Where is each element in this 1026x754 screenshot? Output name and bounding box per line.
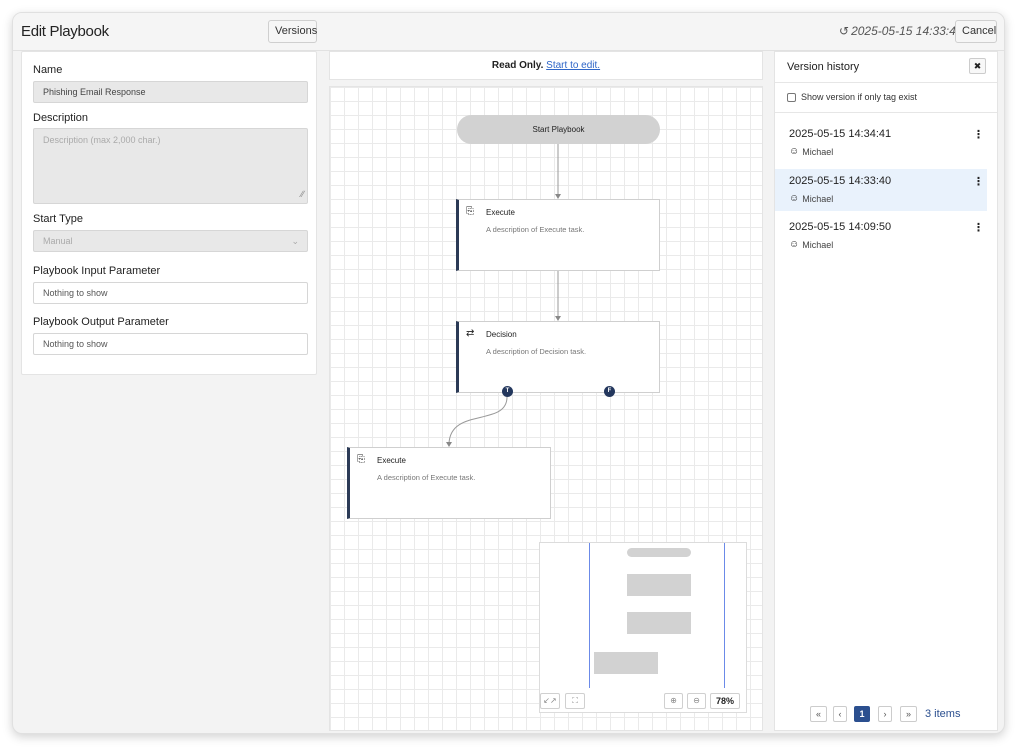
user-name: Michael	[802, 146, 834, 157]
edit-playbook-window: Edit Playbook Versions ↺ 2025-05-15 14:33…	[12, 12, 1005, 734]
edge-decision-true-execute	[448, 396, 508, 445]
prev-page-button[interactable]: ‹	[833, 706, 847, 722]
more-options-icon[interactable]: ⋮	[973, 128, 984, 141]
node-name: Decision	[486, 330, 517, 339]
version-history-panel: Version history ✖ Show version if only t…	[774, 51, 998, 731]
chevron-down-icon: ⌄	[291, 236, 299, 246]
execute-icon: ⎘	[466, 206, 474, 217]
playbook-form: Name Phishing Email Response Description…	[21, 51, 317, 375]
user-icon: ☺	[789, 239, 800, 250]
divider	[775, 112, 997, 113]
user-name: Michael	[802, 239, 834, 250]
output-param-label: Playbook Output Parameter	[33, 316, 169, 328]
history-date: 2025-05-15 14:33:40	[789, 175, 892, 187]
node-name: Execute	[486, 208, 515, 217]
more-options-icon[interactable]: ⋮	[973, 221, 984, 234]
history-item[interactable]: 2025-05-15 14:34:41 ☺ Michael ⋮	[775, 122, 987, 164]
version-stamp-text: 2025-05-15 14:33:40	[851, 24, 963, 38]
description-field[interactable]: Description (max 2,000 char.) ∕∕	[33, 128, 308, 204]
node-name: Execute	[377, 456, 406, 465]
description-placeholder: Description (max 2,000 char.)	[43, 135, 161, 145]
user-name: Michael	[802, 193, 834, 204]
decision-node[interactable]: ⇄ Decision A description of Decision tas…	[456, 321, 660, 393]
decision-icon: ⇄	[466, 328, 475, 339]
start-edit-link[interactable]: Start to edit.	[546, 60, 600, 71]
history-item-selected[interactable]: 2025-05-15 14:33:40 ☺ Michael ⋮	[775, 169, 987, 211]
history-user: ☺ Michael	[789, 239, 833, 250]
next-page-button[interactable]: ›	[878, 706, 892, 722]
checkbox-icon[interactable]	[787, 92, 796, 102]
show-tag-checkbox[interactable]: Show version if only tag exist	[787, 92, 917, 102]
node-description: A description of Execute task.	[377, 473, 476, 482]
input-param-field[interactable]: Nothing to show	[33, 282, 308, 304]
history-date: 2025-05-15 14:09:50	[789, 221, 892, 233]
show-tag-label: Show version if only tag exist	[801, 92, 918, 102]
header-bar: Edit Playbook Versions ↺ 2025-05-15 14:33…	[13, 13, 1004, 51]
node-description: A description of Execute task.	[486, 225, 585, 234]
last-page-button[interactable]: »	[900, 706, 917, 722]
zoom-level: 78%	[710, 693, 740, 709]
page-1-button[interactable]: 1	[854, 706, 870, 722]
start-type-select[interactable]: Manual ⌄	[33, 230, 308, 252]
false-port[interactable]: F	[604, 386, 615, 397]
readonly-banner: Read Only. Start to edit.	[329, 51, 763, 80]
cancel-button[interactable]: Cancel	[955, 20, 997, 43]
current-version-stamp: ↺ 2025-05-15 14:33:40	[839, 24, 963, 38]
collapse-icon[interactable]: ↙↗	[540, 693, 560, 709]
history-user: ☺ Michael	[789, 146, 833, 157]
history-date: 2025-05-15 14:34:41	[789, 128, 892, 140]
name-field[interactable]: Phishing Email Response	[33, 81, 308, 103]
description-label: Description	[33, 112, 89, 124]
zoom-in-icon[interactable]: ⊕	[664, 693, 683, 709]
minimap-viewport[interactable]	[589, 543, 725, 688]
pagination: « ‹ 1 › » 3 items	[775, 706, 997, 724]
history-user: ☺ Michael	[789, 193, 833, 204]
history-title: Version history	[787, 61, 860, 73]
execute-node[interactable]: ⎘ Execute A description of Execute task.	[347, 447, 551, 519]
user-icon: ☺	[789, 193, 800, 204]
true-port[interactable]: T	[502, 386, 513, 397]
more-options-icon[interactable]: ⋮	[973, 175, 984, 188]
node-description: A description of Decision task.	[486, 347, 587, 356]
output-param-field[interactable]: Nothing to show	[33, 333, 308, 355]
input-param-label: Playbook Input Parameter	[33, 265, 161, 277]
history-icon: ↺	[839, 24, 850, 38]
start-playbook-node[interactable]: Start Playbook	[457, 115, 660, 144]
history-item[interactable]: 2025-05-15 14:09:50 ☺ Michael ⋮	[775, 215, 987, 257]
execute-icon: ⎘	[357, 454, 365, 465]
page-title: Edit Playbook	[21, 23, 109, 40]
zoom-out-icon[interactable]: ⊖	[687, 693, 706, 709]
versions-button[interactable]: Versions	[268, 20, 317, 43]
first-page-button[interactable]: «	[810, 706, 827, 722]
execute-node[interactable]: ⎘ Execute A description of Execute task.	[456, 199, 660, 271]
playbook-canvas[interactable]: Start Playbook ⎘ Execute A description o…	[329, 86, 763, 731]
user-icon: ☺	[789, 146, 800, 157]
name-label: Name	[33, 64, 63, 76]
close-icon[interactable]: ✖	[969, 58, 986, 74]
readonly-text: Read Only.	[491, 60, 544, 71]
resize-grip-icon[interactable]: ∕∕	[301, 187, 304, 201]
start-type-value: Manual	[43, 236, 73, 246]
fit-view-icon[interactable]: ⛶	[565, 693, 585, 709]
item-count: 3 items	[925, 708, 961, 720]
start-type-label: Start Type	[33, 213, 83, 225]
divider	[775, 82, 997, 83]
minimap[interactable]: ↙↗ ⛶ ⊕ ⊖ 78%	[539, 542, 747, 713]
